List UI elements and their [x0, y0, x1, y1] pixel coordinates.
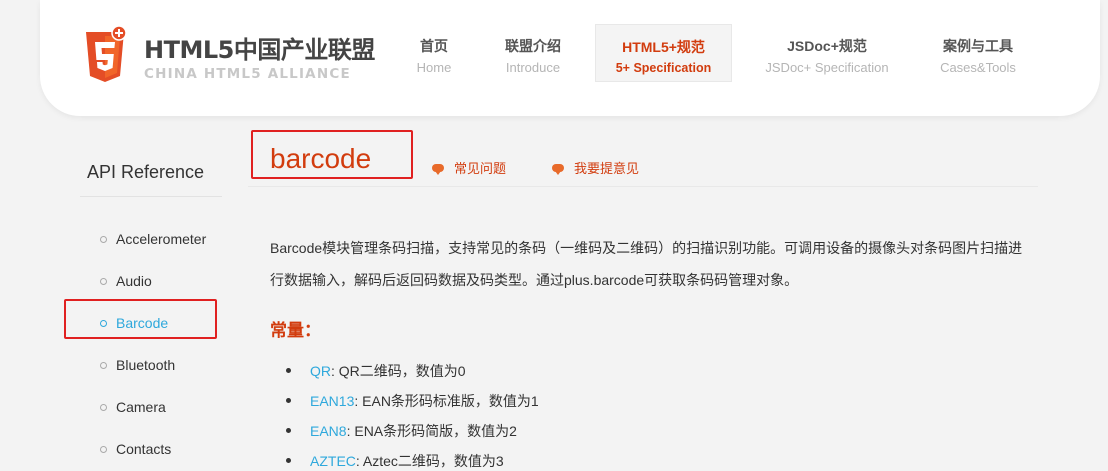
nav-label-en: JSDoc+ Specification: [765, 60, 889, 75]
sidebar-item-contacts[interactable]: Contacts: [100, 439, 171, 459]
nav-introduce[interactable]: 联盟介绍 Introduce: [488, 24, 578, 82]
sidebar-divider: [80, 196, 222, 197]
nav-label-en: Home: [416, 60, 452, 75]
list-item: QR: QR二维码，数值为0: [286, 356, 539, 386]
list-item: AZTEC: Aztec二维码，数值为3: [286, 446, 539, 471]
title-divider: [248, 186, 1038, 187]
constant-desc: : Aztec二维码，数值为3: [355, 453, 504, 469]
list-item: EAN13: EAN条形码标准版，数值为1: [286, 386, 539, 416]
sidebar-item-label: Camera: [116, 399, 166, 415]
nav-label-cn: 联盟介绍: [505, 38, 561, 54]
sidebar-item-bluetooth[interactable]: Bluetooth: [100, 355, 175, 375]
logo-title[interactable]: HTML5中国产业联盟: [144, 30, 375, 65]
constants-list: QR: QR二维码，数值为0 EAN13: EAN条形码标准版，数值为1 EAN…: [286, 356, 539, 471]
constant-desc: : EAN条形码标准版，数值为1: [354, 393, 539, 409]
nav-label-cn: HTML5+规范: [622, 39, 705, 55]
nav-label-en: Cases&Tools: [940, 60, 1016, 75]
bullet-icon: [100, 403, 107, 411]
sidebar-title: API Reference: [87, 162, 205, 182]
nav-home[interactable]: 首页 Home: [396, 24, 472, 82]
constant-desc: : ENA条形码简版，数值为2: [346, 423, 517, 439]
constants-heading: 常量：: [270, 321, 321, 340]
sidebar-item-label: Bluetooth: [116, 357, 176, 373]
constant-link-aztec[interactable]: AZTEC: [310, 453, 356, 469]
nav-label-cn: 案例与工具: [943, 38, 1013, 54]
sidebar-item-audio[interactable]: Audio: [100, 271, 152, 291]
chat-bubble-icon: [432, 163, 444, 175]
faq-link-label: 常见问题: [454, 161, 507, 176]
sidebar-item-label: Contacts: [116, 441, 172, 457]
description-line: 行数据输入，解码后返回码数据及码类型。通过plus.barcode可获取条码码管…: [270, 272, 799, 288]
constant-link-qr[interactable]: QR: [310, 363, 331, 379]
sidebar-item-label: Audio: [116, 273, 152, 289]
bullet-icon: [100, 445, 107, 453]
description-line: Barcode模块管理条码扫描，支持常见的条码（一维码及二维码）的扫描识别功能。…: [270, 240, 1023, 256]
sidebar-item-camera[interactable]: Camera: [100, 397, 166, 417]
nav-specification[interactable]: HTML5+规范 5+ Specification: [595, 24, 732, 82]
chat-bubble-icon: [552, 163, 564, 175]
bullet-icon: [100, 277, 107, 285]
logo-subtitle: CHINA HTML5 ALLIANCE: [144, 66, 351, 82]
constant-link-ean13[interactable]: EAN13: [310, 393, 354, 409]
highlight-box-title: [251, 130, 413, 179]
nav-label-cn: 首页: [420, 38, 448, 54]
module-description: Barcode模块管理条码扫描，支持常见的条码（一维码及二维码）的扫描识别功能。…: [270, 232, 1040, 296]
feedback-link[interactable]: 我要提意见: [552, 158, 639, 177]
constant-desc: : QR二维码，数值为0: [331, 363, 466, 379]
highlight-box-sidebar: [64, 299, 217, 339]
list-item: EAN8: ENA条形码简版，数值为2: [286, 416, 539, 446]
constant-link-ean8[interactable]: EAN8: [310, 423, 347, 439]
nav-label-en: Introduce: [505, 60, 561, 75]
nav-jsdoc[interactable]: JSDoc+规范 JSDoc+ Specification: [755, 24, 899, 82]
sidebar-item-accelerometer[interactable]: Accelerometer: [100, 229, 206, 249]
bullet-icon: [100, 361, 107, 369]
bullet-icon: [100, 235, 107, 243]
sidebar-item-label: Accelerometer: [116, 231, 207, 247]
feedback-link-label: 我要提意见: [574, 161, 640, 176]
nav-label-en: 5+ Specification: [615, 61, 712, 75]
html5-logo-icon[interactable]: [84, 26, 126, 84]
nav-cases-tools[interactable]: 案例与工具 Cases&Tools: [930, 24, 1026, 82]
nav-label-cn: JSDoc+规范: [787, 38, 867, 54]
faq-link[interactable]: 常见问题: [432, 158, 506, 177]
